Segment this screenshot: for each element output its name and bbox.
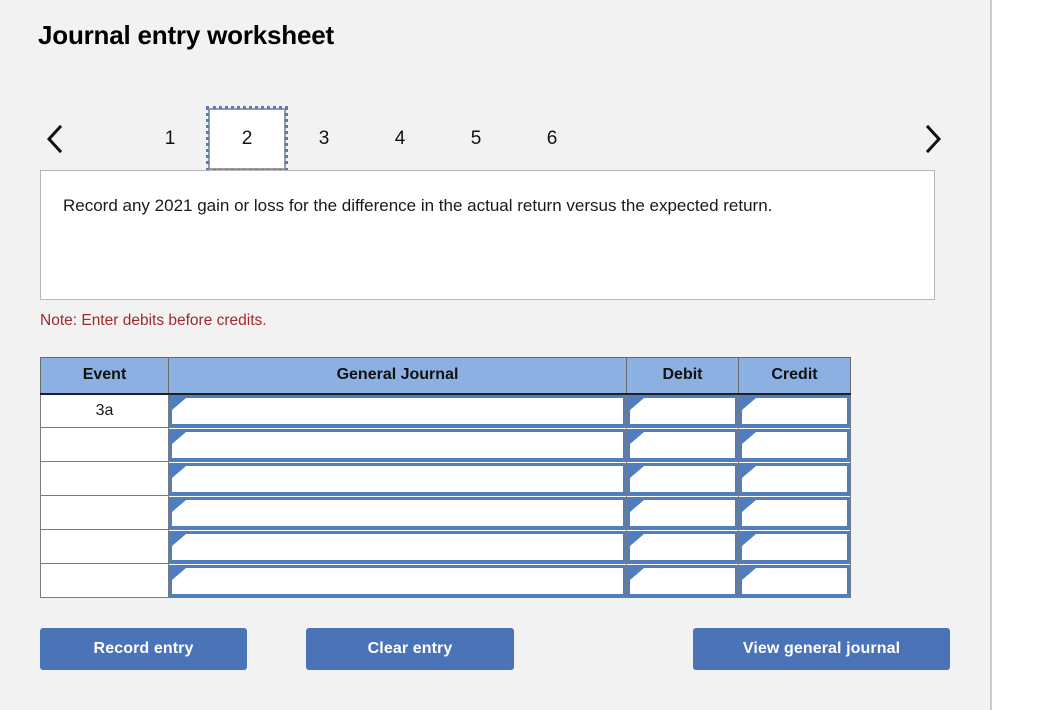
column-header-debit: Debit [626, 357, 739, 395]
credit-cell[interactable] [738, 461, 851, 496]
general-journal-cell[interactable] [168, 427, 627, 462]
general-journal-input[interactable] [169, 462, 626, 495]
general-journal-cell[interactable] [168, 563, 627, 598]
worksheet-pane: Journal entry worksheet 1 2 3 4 5 6 Reco… [0, 0, 992, 710]
event-cell [40, 495, 169, 530]
debit-cell[interactable] [626, 529, 739, 564]
debit-cell[interactable] [626, 461, 739, 496]
credit-input[interactable] [739, 496, 850, 529]
debits-before-credits-note: Note: Enter debits before credits. [40, 312, 267, 329]
chevron-right-icon[interactable] [916, 108, 950, 170]
general-journal-cell[interactable] [168, 529, 627, 564]
debit-cell[interactable] [626, 427, 739, 462]
event-cell [40, 529, 169, 564]
credit-input[interactable] [739, 462, 850, 495]
page-title: Journal entry worksheet [38, 20, 334, 50]
pager-tab-1[interactable]: 1 [146, 114, 194, 164]
chevron-left-icon[interactable] [38, 108, 72, 170]
app-root: Journal entry worksheet 1 2 3 4 5 6 Reco… [0, 0, 1042, 710]
credit-input[interactable] [739, 394, 850, 427]
debit-input[interactable] [627, 496, 738, 529]
debit-input[interactable] [627, 428, 738, 461]
instruction-text: Record any 2021 gain or loss for the dif… [63, 196, 773, 215]
journal-entry-table: Event General Journal Debit Credit 3a [40, 357, 851, 598]
worksheet-pager: 1 2 3 4 5 6 [38, 106, 950, 172]
credit-cell[interactable] [738, 495, 851, 530]
credit-cell[interactable] [738, 529, 851, 564]
table-row [40, 461, 851, 496]
general-journal-input[interactable] [169, 564, 626, 597]
event-cell [40, 427, 169, 462]
column-header-general-journal: General Journal [168, 357, 627, 395]
pager-tab-2[interactable]: 2 [206, 106, 288, 172]
general-journal-input[interactable] [169, 530, 626, 563]
general-journal-input[interactable] [169, 394, 626, 427]
pager-tab-6[interactable]: 6 [528, 114, 576, 164]
event-cell [40, 563, 169, 598]
table-header-row: Event General Journal Debit Credit [40, 357, 851, 395]
general-journal-input[interactable] [169, 496, 626, 529]
general-journal-cell[interactable] [168, 495, 627, 530]
record-entry-button[interactable]: Record entry [40, 628, 247, 670]
pager-tab-4[interactable]: 4 [376, 114, 424, 164]
table-row: 3a [40, 393, 851, 428]
debit-cell[interactable] [626, 563, 739, 598]
debit-input[interactable] [627, 462, 738, 495]
pager-tab-3[interactable]: 3 [300, 114, 348, 164]
column-header-credit: Credit [738, 357, 851, 395]
table-row [40, 495, 851, 530]
instruction-box: Record any 2021 gain or loss for the dif… [40, 170, 935, 300]
credit-cell[interactable] [738, 393, 851, 428]
general-journal-cell[interactable] [168, 393, 627, 428]
credit-cell[interactable] [738, 563, 851, 598]
table-row [40, 563, 851, 598]
event-cell: 3a [40, 393, 169, 428]
table-row [40, 529, 851, 564]
table-row [40, 427, 851, 462]
debit-input[interactable] [627, 564, 738, 597]
debit-input[interactable] [627, 394, 738, 427]
credit-input[interactable] [739, 428, 850, 461]
clear-entry-button[interactable]: Clear entry [306, 628, 514, 670]
event-cell [40, 461, 169, 496]
general-journal-input[interactable] [169, 428, 626, 461]
debit-cell[interactable] [626, 393, 739, 428]
pager-tab-5[interactable]: 5 [452, 114, 500, 164]
debit-input[interactable] [627, 530, 738, 563]
column-header-event: Event [40, 357, 169, 395]
view-general-journal-button[interactable]: View general journal [693, 628, 950, 670]
credit-cell[interactable] [738, 427, 851, 462]
credit-input[interactable] [739, 530, 850, 563]
general-journal-cell[interactable] [168, 461, 627, 496]
credit-input[interactable] [739, 564, 850, 597]
debit-cell[interactable] [626, 495, 739, 530]
